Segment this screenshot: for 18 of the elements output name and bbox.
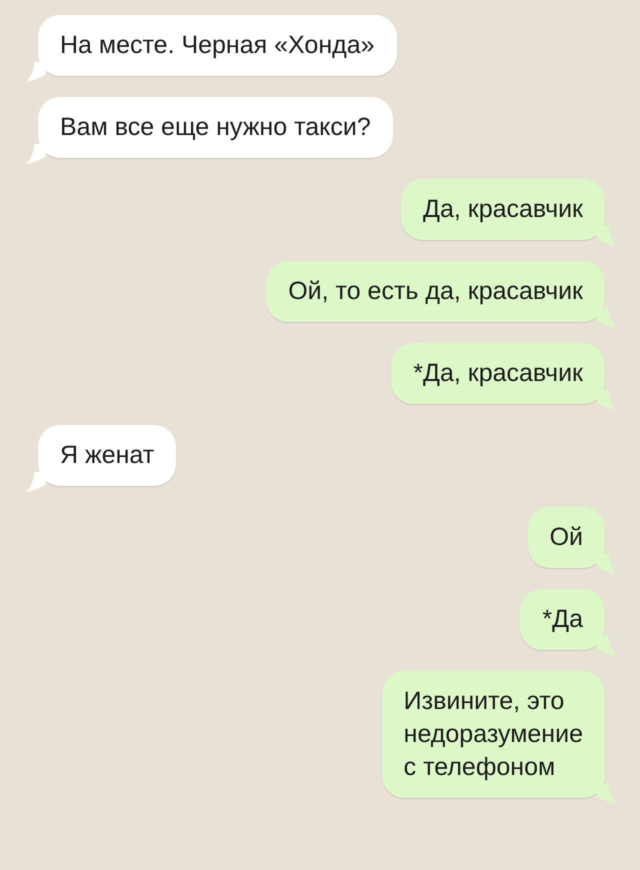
message-bubble: *Да, красавчик (391, 343, 605, 404)
bubble-tail (26, 472, 46, 492)
bubble-tail (597, 226, 617, 246)
message-bubble: На месте. Черная «Хонда» (38, 15, 397, 76)
message-bubble: Я женат (38, 425, 176, 486)
bubble-tail (26, 144, 46, 164)
message-bubble: *Да (520, 589, 605, 650)
message-bubble: Да, красавчик (401, 179, 605, 240)
bubble-tail (597, 636, 617, 656)
message-bubble: Извините, это недоразумение с телефоном (382, 671, 605, 798)
bubble-tail (597, 308, 617, 328)
bubble-tail (26, 62, 46, 82)
message-bubble: Ой (528, 507, 605, 568)
bubble-tail (597, 554, 617, 574)
bubble-tail (597, 390, 617, 410)
message-bubble: Вам все еще нужно такси? (38, 97, 393, 158)
bubble-tail (597, 784, 617, 804)
message-bubble: Ой, то есть да, красавчик (266, 261, 605, 322)
